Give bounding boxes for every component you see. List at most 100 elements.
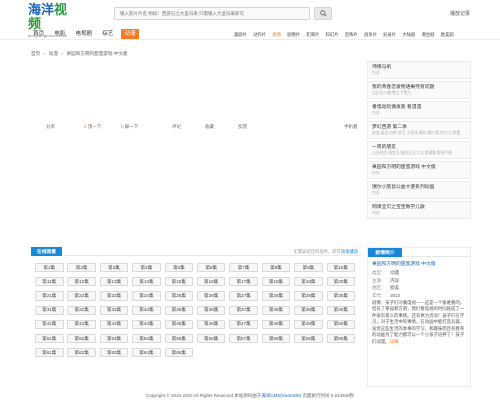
breadcrumb-home[interactable]: 首页: [31, 51, 40, 57]
episode-button[interactable]: 第52集: [67, 333, 96, 344]
episode-button[interactable]: 第30集: [326, 291, 356, 301]
episode-button[interactable]: 第65集: [164, 348, 194, 358]
episode-button[interactable]: 第3集: [99, 263, 129, 273]
episode-button[interactable]: 第38集: [261, 305, 291, 315]
nav-sub-item-7[interactable]: 战争片: [364, 31, 377, 38]
related-item[interactable]: 网课全贝之宝宝数学儿歌 内详: [367, 201, 471, 219]
episode-button[interactable]: 第27集: [229, 291, 258, 301]
episode-button[interactable]: 第49集: [294, 319, 323, 329]
nav-sub-item-5[interactable]: 科幻片: [326, 31, 339, 38]
episode-button[interactable]: 第63集: [99, 348, 129, 358]
episode-button[interactable]: 第25集: [164, 291, 194, 301]
episode-button[interactable]: 第64集: [132, 348, 161, 358]
episode-button[interactable]: 第17集: [229, 277, 258, 287]
episode-button[interactable]: 第20集: [326, 277, 356, 287]
episode-button[interactable]: 第22集: [67, 291, 96, 301]
thumbs-up-button[interactable]: 0 顶一下: [84, 124, 101, 130]
episode-button[interactable]: 第57集: [229, 333, 258, 344]
episode-button[interactable]: 第29集: [294, 291, 323, 301]
episode-button[interactable]: 第18集: [261, 277, 291, 287]
synopsis-title[interactable]: 果园和方明的甜蜜游戏 中文版: [372, 261, 467, 269]
episode-button[interactable]: 第4集: [132, 263, 161, 273]
episode-button[interactable]: 第15集: [164, 277, 194, 287]
episode-button[interactable]: 第62集: [67, 348, 96, 358]
episode-button[interactable]: 第40集: [326, 305, 356, 315]
nav-sub-item-1[interactable]: 动作片: [253, 31, 266, 38]
episode-button[interactable]: 第8集: [261, 263, 291, 273]
episode-button[interactable]: 第14集: [132, 277, 161, 287]
episode-button[interactable]: 第28集: [261, 291, 291, 301]
related-item[interactable]: 我的青春恋爱物语果然有问题 比企谷八幡,雪之下雪乃: [367, 81, 471, 99]
tab-online-play[interactable]: 在线观看: [31, 247, 62, 256]
related-item[interactable]: 一周的朋友 山谷祥生,雨宫天,细谷佳正,大久保瑠美,野波千鹤: [367, 141, 471, 159]
episode-button[interactable]: 第42集: [67, 319, 96, 329]
episode-button[interactable]: 第11集: [35, 277, 64, 287]
site-logo[interactable]: 海洋视频 dongfangmovie.com: [28, 4, 78, 39]
episode-button[interactable]: 第54集: [132, 333, 161, 344]
footer-cms-link[interactable]: 海洋CMS(SeaCMS): [261, 393, 301, 398]
episode-button[interactable]: 第47集: [229, 319, 258, 329]
episode-button[interactable]: 第55集: [164, 333, 194, 344]
nav-sub-item-3[interactable]: 剧情片: [287, 31, 300, 38]
video-player[interactable]: [31, 60, 362, 120]
nav-sub-item-8[interactable]: 纪录片: [383, 31, 396, 38]
search-input[interactable]: [115, 8, 309, 19]
nav-sub-item-0[interactable]: 喜剧片: [234, 31, 247, 38]
tab-synopsis[interactable]: 剧情简介: [368, 248, 402, 257]
episode-button[interactable]: 第21集: [35, 291, 64, 301]
episode-button[interactable]: 第7集: [229, 263, 258, 273]
nav-item-4[interactable]: 动漫: [121, 29, 139, 39]
episode-button[interactable]: 第53集: [99, 333, 129, 344]
episode-button[interactable]: 第51集: [35, 333, 64, 344]
episode-button[interactable]: 第60集: [326, 333, 356, 344]
episode-button[interactable]: 第6集: [196, 263, 226, 273]
episode-button[interactable]: 第10集: [326, 263, 356, 273]
synopsis-more-link[interactable]: 详细: [390, 339, 399, 344]
thumbs-down-button[interactable]: 0 踩一下: [121, 124, 138, 130]
episode-button[interactable]: 第39集: [294, 305, 323, 315]
related-item[interactable]: 果园和方明的甜蜜游戏 中文版 内详: [367, 161, 471, 179]
episode-button[interactable]: 第31集: [35, 305, 64, 315]
episode-button[interactable]: 第26集: [196, 291, 226, 301]
episode-button[interactable]: 第37集: [229, 305, 258, 315]
episode-button[interactable]: 第34集: [132, 305, 161, 315]
related-item[interactable]: 师傅与帆 内详: [367, 61, 471, 79]
nav-sub-item-11[interactable]: 欧美剧: [441, 31, 454, 38]
episode-button[interactable]: 第43集: [99, 319, 129, 329]
episode-button[interactable]: 第23集: [99, 291, 129, 301]
search-button[interactable]: [314, 7, 332, 20]
episode-button[interactable]: 第50集: [326, 319, 356, 329]
episode-button[interactable]: 第46集: [196, 319, 226, 329]
breadcrumb-category[interactable]: 动漫: [49, 51, 58, 57]
comment-button[interactable]: 评论: [172, 124, 181, 130]
episode-button[interactable]: 第59集: [294, 333, 323, 344]
nav-item-3[interactable]: 综艺: [100, 29, 115, 39]
nav-sub-item-4[interactable]: 犯罪片: [306, 31, 319, 38]
share-button[interactable]: 分享: [46, 124, 55, 130]
report-button[interactable]: 反馈: [238, 124, 247, 130]
nav-sub-item-10[interactable]: 港台剧: [422, 31, 435, 38]
related-item[interactable]: 瑞尔小旅鼠公益大使系列动画 内详: [367, 181, 471, 199]
episode-button[interactable]: 第13集: [99, 277, 129, 287]
play-history-link[interactable]: 播放记录: [450, 10, 470, 17]
nav-item-2[interactable]: 电视剧: [73, 29, 94, 39]
episode-button[interactable]: 第48集: [261, 319, 291, 329]
episode-button[interactable]: 第56集: [196, 333, 226, 344]
episode-button[interactable]: 第32集: [67, 305, 96, 315]
nav-sub-item-6[interactable]: 恐怖片: [345, 31, 358, 38]
episode-button[interactable]: 第35集: [164, 305, 194, 315]
episode-button[interactable]: 第61集: [35, 348, 64, 358]
episode-button[interactable]: 第33集: [99, 305, 129, 315]
nav-sub-item-9[interactable]: 大陆剧: [402, 31, 415, 38]
episode-button[interactable]: 第19集: [294, 277, 323, 287]
episode-button[interactable]: 第2集: [67, 263, 96, 273]
mobile-watch-button[interactable]: 手机看: [344, 124, 358, 130]
related-item[interactable]: 番电动玩偶发家 看漫漫 内详: [367, 101, 471, 119]
favorite-button[interactable]: 收藏: [205, 124, 214, 130]
episode-button[interactable]: 第45集: [164, 319, 194, 329]
episode-button[interactable]: 第24集: [132, 291, 161, 301]
episode-button[interactable]: 第44集: [132, 319, 161, 329]
episode-button[interactable]: 第5集: [164, 263, 194, 273]
nav-sub-item-2[interactable]: 爱情: [272, 31, 281, 38]
episode-button[interactable]: 第9集: [294, 263, 323, 273]
